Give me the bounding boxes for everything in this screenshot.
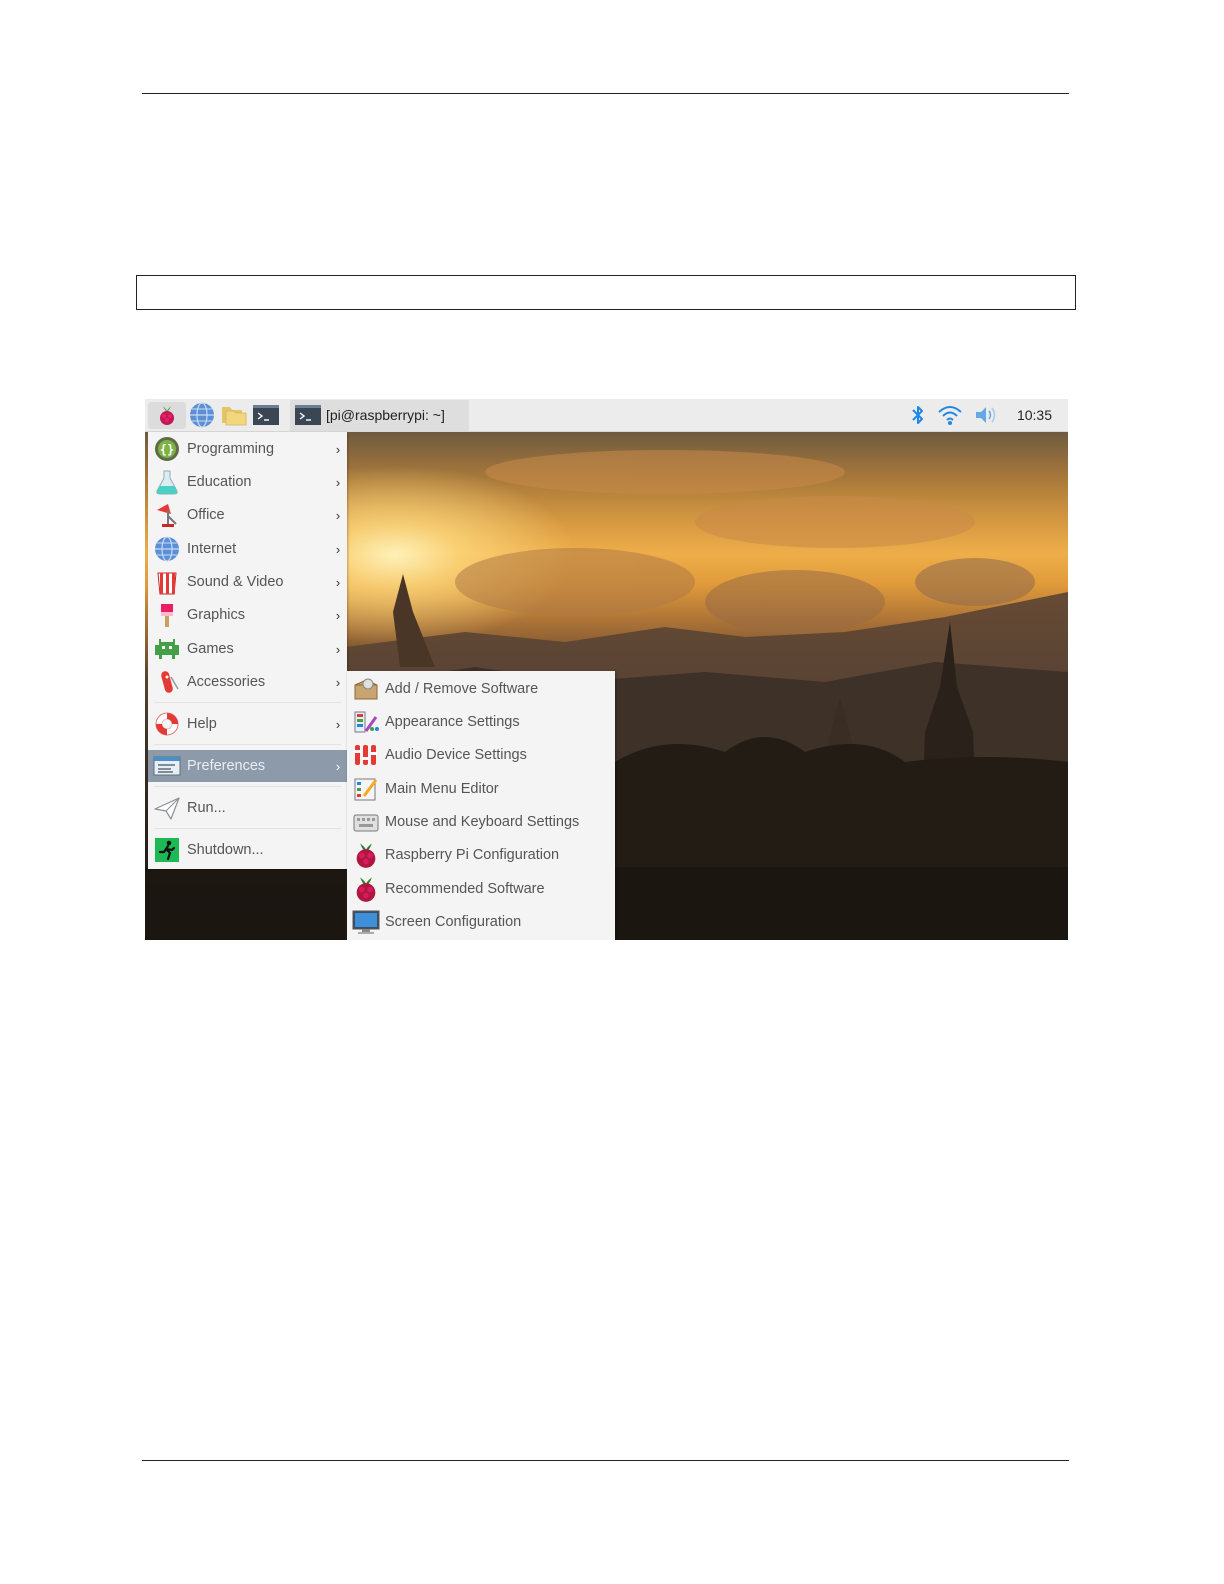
menu-item-shutdown[interactable]: Shutdown... [148, 834, 347, 866]
menu-item-internet[interactable]: Internet › [148, 533, 347, 565]
terminal-icon [295, 405, 321, 425]
submenu-arrow: › [335, 441, 341, 457]
system-tray: 10:35 [909, 403, 1068, 427]
sound-video-icon [153, 568, 181, 596]
taskbar-window-title: [pi@raspberrypi: ~] [326, 407, 445, 423]
terminal-launcher[interactable] [250, 402, 282, 429]
menu-item-preferences[interactable]: Preferences › [148, 750, 347, 782]
preferences-icon [153, 752, 181, 780]
submenu-arrow: › [335, 574, 341, 590]
menu-separator [154, 702, 341, 703]
audio-mixer-icon [352, 741, 380, 769]
programming-icon: {} [153, 435, 181, 463]
menu-item-run[interactable]: Run... [148, 792, 347, 824]
bluetooth-icon[interactable] [909, 403, 927, 427]
submenu-item-mouse-keyboard-settings[interactable]: Mouse and Keyboard Settings [347, 805, 615, 838]
menu-separator [154, 828, 341, 829]
applications-menu-button[interactable] [148, 401, 186, 429]
menu-separator [154, 786, 341, 787]
monitor-icon [352, 908, 380, 936]
taskbar: [pi@raspberrypi: ~] 10:35 [145, 399, 1068, 432]
accessories-icon [153, 668, 181, 696]
education-icon [153, 468, 181, 496]
submenu-arrow: › [335, 674, 341, 690]
wifi-icon[interactable] [937, 403, 963, 427]
screenshot: [pi@raspberrypi: ~] 10:35 {} Programming… [145, 399, 1068, 940]
file-manager-launcher[interactable] [218, 402, 250, 429]
applications-menu: {} Programming › Education › Office › In… [148, 432, 347, 869]
taskbar-window-terminal[interactable]: [pi@raspberrypi: ~] [290, 399, 469, 431]
appearance-icon [352, 708, 380, 736]
submenu-item-screen-configuration[interactable]: Screen Configuration [347, 905, 615, 938]
clouds [455, 450, 1035, 634]
office-icon [153, 501, 181, 529]
temple-left [393, 574, 435, 667]
keyboard-mouse-icon [352, 808, 380, 836]
submenu-item-audio-device-settings[interactable]: Audio Device Settings [347, 738, 615, 771]
submenu-arrow: › [335, 541, 341, 557]
submenu-arrow: › [335, 607, 341, 623]
games-icon [153, 635, 181, 663]
menu-item-games[interactable]: Games › [148, 633, 347, 665]
terminal-icon [253, 405, 279, 425]
menu-item-sound-video[interactable]: Sound & Video › [148, 566, 347, 598]
run-icon [153, 794, 181, 822]
menu-item-programming[interactable]: {} Programming › [148, 433, 347, 465]
raspberry-icon [160, 406, 174, 425]
caption-box [136, 275, 1076, 310]
menu-item-accessories[interactable]: Accessories › [148, 666, 347, 698]
globe-icon [190, 402, 214, 428]
preferences-submenu: Add / Remove Software Appearance Setting… [347, 671, 615, 940]
internet-icon [153, 535, 181, 563]
submenu-item-main-menu-editor[interactable]: Main Menu Editor [347, 772, 615, 805]
help-icon [153, 710, 181, 738]
shutdown-icon [153, 836, 181, 864]
menu-item-graphics[interactable]: Graphics › [148, 599, 347, 631]
clock[interactable]: 10:35 [1017, 407, 1052, 423]
submenu-arrow: › [335, 507, 341, 523]
menu-item-education[interactable]: Education › [148, 466, 347, 498]
submenu-item-appearance-settings[interactable]: Appearance Settings [347, 705, 615, 738]
submenu-arrow: › [335, 758, 341, 774]
submenu-arrow: › [335, 716, 341, 732]
submenu-item-add-remove-software[interactable]: Add / Remove Software [347, 672, 615, 705]
submenu-arrow: › [335, 474, 341, 490]
submenu-item-raspberry-pi-configuration[interactable]: Raspberry Pi Configuration [347, 838, 615, 871]
submenu-item-recommended-software[interactable]: Recommended Software [347, 872, 615, 905]
raspberry-icon [352, 875, 380, 903]
volume-icon[interactable] [973, 403, 999, 427]
menu-item-help[interactable]: Help › [148, 708, 347, 740]
raspberry-icon [352, 841, 380, 869]
package-icon [352, 675, 380, 703]
svg-text:{}: {} [160, 443, 174, 457]
web-browser-launcher[interactable] [186, 402, 218, 429]
folder-icon [222, 407, 247, 426]
menu-item-office[interactable]: Office › [148, 499, 347, 531]
page-footer-rule [142, 1460, 1069, 1461]
menu-separator [154, 744, 341, 745]
page-header-rule [142, 93, 1069, 94]
graphics-icon [153, 601, 181, 629]
submenu-arrow: › [335, 641, 341, 657]
menu-editor-icon [352, 775, 380, 803]
